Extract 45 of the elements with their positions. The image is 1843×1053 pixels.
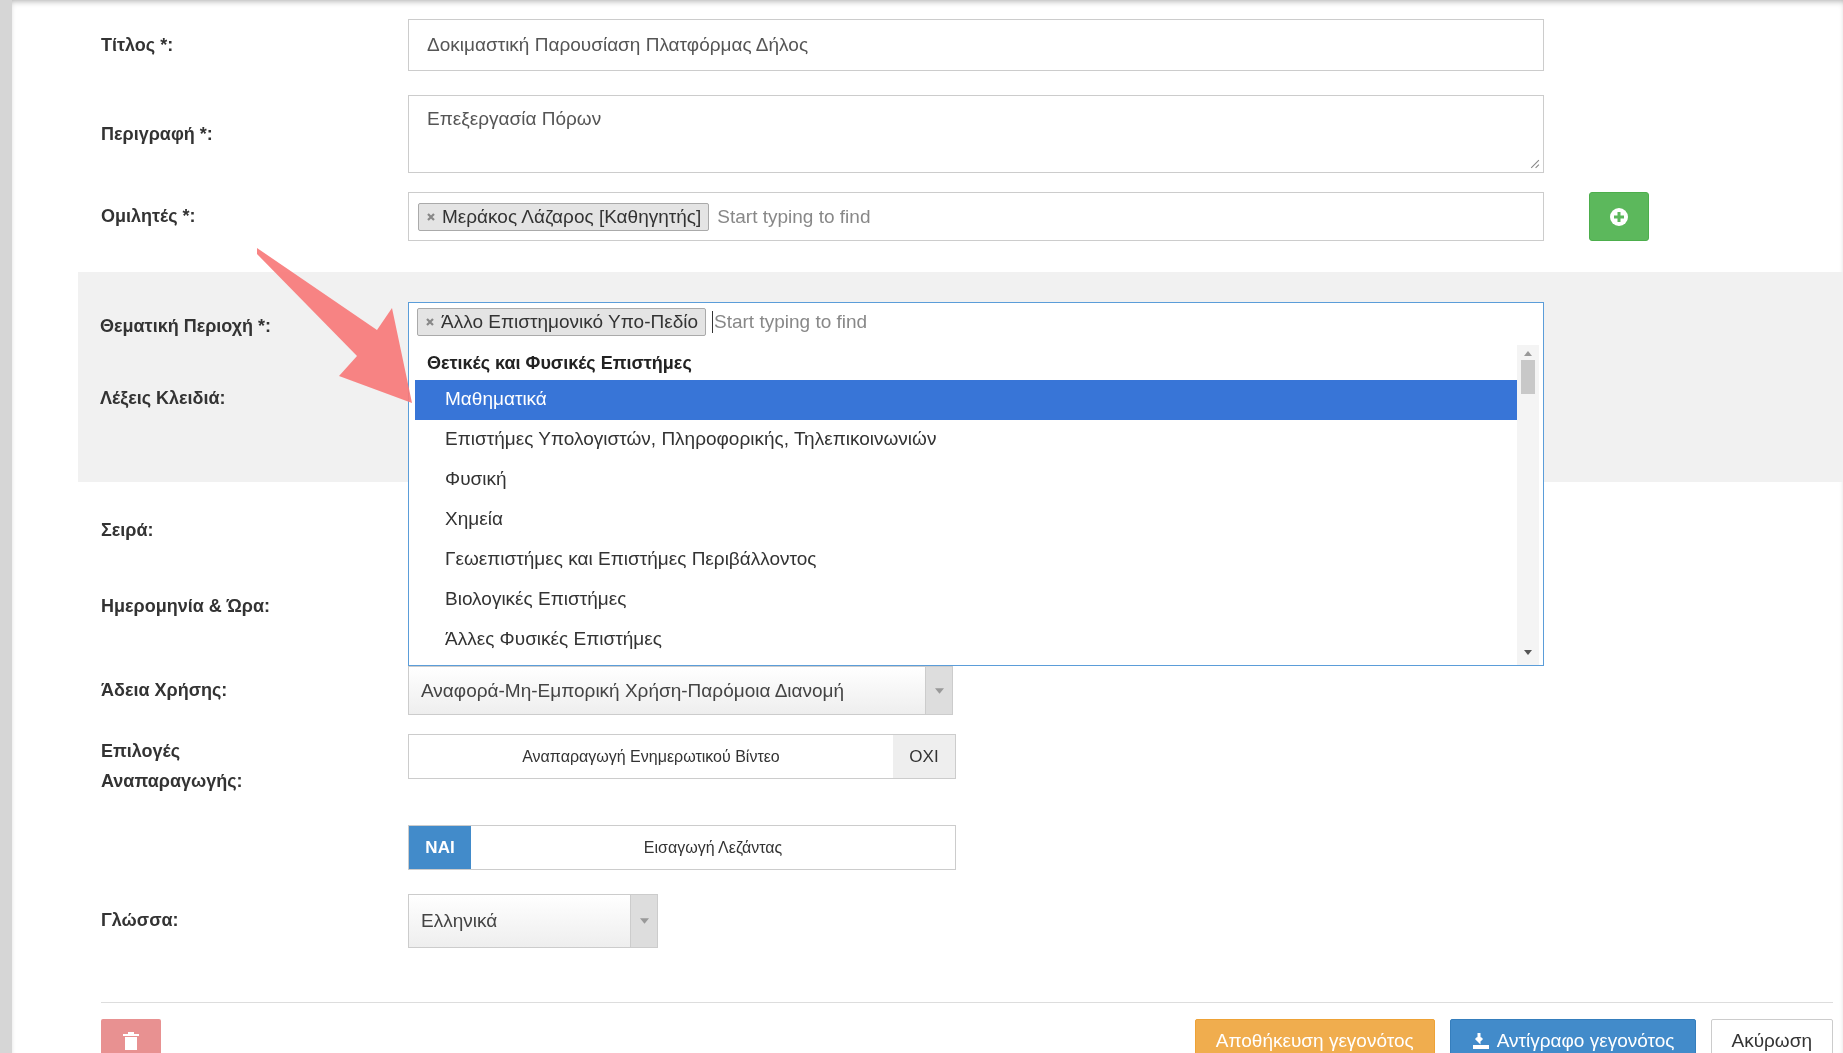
dropdown-option[interactable]: Φυσική xyxy=(415,460,1517,500)
language-select[interactable]: Ελληνικά xyxy=(408,894,658,948)
toggle-switch[interactable]: ΝΑΙ Εισαγωγή Λεζάντας xyxy=(408,825,956,870)
subject-tag[interactable]: Άλλο Επιστημονικό Υπο-Πεδίο xyxy=(417,308,706,336)
dropdown-arrow-icon xyxy=(639,918,649,924)
scrollbar-thumb[interactable] xyxy=(1521,360,1535,394)
dropdown-option[interactable]: Γεωεπιστήμες και Επιστήμες Περιβάλλοντος xyxy=(415,540,1517,580)
copy-button[interactable]: Αντίγραφο γεγονότος xyxy=(1449,1019,1696,1053)
field-label: Ομιλητές *: xyxy=(100,205,197,227)
field-label: Επιλογές Αναπαραγωγής: xyxy=(100,740,244,793)
speaker-tag[interactable]: Μεράκος Λάζαρος [Καθηγητής] xyxy=(418,202,710,231)
field-label: Τίτλος *: xyxy=(100,34,175,56)
dropdown-arrow-icon xyxy=(934,687,944,694)
subject-dropdown-menu[interactable] xyxy=(408,302,1544,666)
plus-circle-icon xyxy=(1609,206,1629,227)
placeholder-text: Start typing to find xyxy=(717,205,871,228)
dropdown-option[interactable]: Άλλες Φυσικές Επιστήμες xyxy=(415,620,1517,660)
dropdown-option[interactable]: Βιολογικές Επιστήμες xyxy=(415,580,1517,620)
field-label: Ημερομηνία & Ώρα: xyxy=(100,596,272,617)
field-label: Γλώσσα: xyxy=(100,909,180,931)
scroll-down-icon[interactable] xyxy=(1524,650,1532,655)
license-select[interactable]: Αναφορά-Μη-Εμπορική Χρήση-Παρόμοια Διανομή xyxy=(408,666,953,715)
remove-icon[interactable] xyxy=(425,317,435,327)
trash-icon xyxy=(122,1031,140,1051)
delete-button[interactable] xyxy=(101,1019,161,1053)
field-label: Λέξεις Κλειδιά: xyxy=(99,388,227,409)
scroll-up-icon[interactable] xyxy=(1524,351,1532,356)
scrollbar[interactable] xyxy=(1517,345,1539,665)
toggle-switch[interactable]: Αναπαραγωγή Ενημερωτικού Βίντεο ΟΧΙ xyxy=(408,734,956,779)
dropdown-option[interactable]: Χημεία xyxy=(415,500,1517,540)
field-label: Περιγραφή *: xyxy=(100,123,214,145)
cancel-button[interactable]: Ακύρωση xyxy=(1710,1019,1833,1053)
add-speaker-button[interactable] xyxy=(1589,192,1649,241)
field-label: Θεματική Περιοχή *: xyxy=(99,315,273,337)
field-label: Άδεια Χρήσης: xyxy=(100,679,229,701)
remove-icon[interactable] xyxy=(426,211,436,222)
description-textarea[interactable]: Επεξεργασία Πόρων xyxy=(408,95,1544,173)
dropdown-option[interactable]: Επιστήμες Υπολογιστών, Πληροφορικής, Τηλεπικοινωνιών xyxy=(415,420,1517,460)
title-input[interactable]: Δοκιμαστική Παρουσίαση Πλατφόρμας Δήλος xyxy=(408,19,1544,71)
option-group-header: Θετικές και Φυσικές Επιστήμες xyxy=(426,352,693,375)
field-label: Σειρά: xyxy=(100,519,155,541)
placeholder-text: Start typing to find xyxy=(712,311,868,333)
speakers-input[interactable]: Μεράκος Λάζαρος [Καθηγητής] Start typing to find xyxy=(408,192,1544,241)
dropdown-option[interactable]: Μαθηματικά xyxy=(415,380,1517,420)
resize-handle-icon[interactable] xyxy=(1529,158,1540,169)
